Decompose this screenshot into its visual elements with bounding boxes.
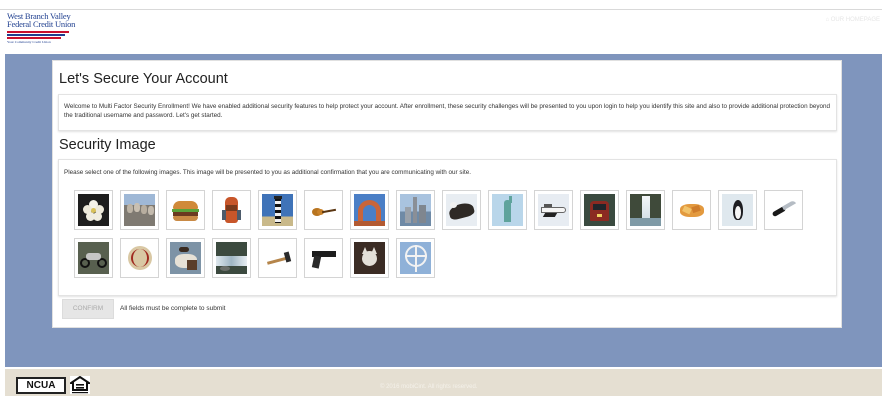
security-image-mount-rushmore[interactable]	[120, 190, 159, 230]
motorcycle-image	[78, 242, 109, 274]
security-image-motorcycle[interactable]	[74, 238, 113, 278]
security-image-waterfall[interactable]	[626, 190, 665, 230]
credit-union-logo[interactable]: West Branch Valley Federal Credit Union …	[7, 12, 75, 50]
security-image-train[interactable]	[580, 190, 619, 230]
security-image-penguin[interactable]	[718, 190, 757, 230]
lighthouse-image	[262, 194, 293, 226]
homepage-link-label[interactable]: OUR HOMEPAGE	[831, 17, 880, 23]
cat-image	[354, 242, 385, 274]
security-image-guitar[interactable]	[304, 190, 343, 230]
security-image-cowboy[interactable]	[166, 238, 205, 278]
rock-arch-image	[354, 194, 385, 226]
guitar-image	[308, 194, 339, 226]
homepage-link[interactable]: ⌂ OUR HOMEPAGE	[825, 17, 880, 23]
security-image-rock-arch[interactable]	[350, 190, 389, 230]
top-border	[0, 0, 882, 10]
security-image-city-skyline[interactable]	[396, 190, 435, 230]
tortilla-chips-image	[676, 194, 707, 226]
security-image-panel: Please select one of the following image…	[58, 159, 837, 296]
knife-image	[768, 194, 799, 226]
security-image-ferris-wheel[interactable]	[396, 238, 435, 278]
waterfall-image	[630, 194, 661, 226]
ferris-wheel-image	[400, 242, 431, 274]
logo-tagline: Your Community Credit Union	[7, 40, 51, 44]
footer: NCUA © 2016 mobiCint. All rights reserve…	[5, 369, 882, 396]
security-image-statue-of-liberty[interactable]	[488, 190, 527, 230]
cowboy-image	[170, 242, 201, 274]
space-shuttle-image	[538, 194, 569, 226]
copyright-text: © 2016 mobiCint. All rights reserved.	[380, 384, 478, 390]
page-title: Let's Secure Your Account	[59, 71, 228, 87]
hamburger-image	[170, 194, 201, 226]
ncua-logo: NCUA	[16, 377, 66, 394]
security-image-river-rapids[interactable]	[212, 238, 251, 278]
baseball-image	[124, 242, 155, 274]
river-rapids-image	[216, 242, 247, 274]
logo-line2: Federal Credit Union	[7, 19, 76, 29]
city-skyline-image	[400, 194, 431, 226]
train-image	[584, 194, 615, 226]
security-image-pistol[interactable]	[304, 238, 343, 278]
hammer-image	[262, 242, 293, 274]
form-note: All fields must be complete to submit	[120, 305, 226, 312]
security-image-eagle[interactable]	[442, 190, 481, 230]
mount-rushmore-image	[124, 194, 155, 226]
security-image-title: Security Image	[59, 137, 156, 153]
security-image-backpack[interactable]	[212, 190, 251, 230]
intro-panel: Welcome to Multi Factor Security Enrollm…	[58, 94, 837, 131]
equal-housing-lender-icon	[67, 375, 93, 394]
security-image-baseball[interactable]	[120, 238, 159, 278]
eagle-image	[446, 194, 477, 226]
security-image-tortilla-chips[interactable]	[672, 190, 711, 230]
flower-image	[78, 194, 109, 226]
security-image-cat[interactable]	[350, 238, 389, 278]
header: West Branch Valley Federal Credit Union …	[0, 10, 882, 54]
security-image-knife[interactable]	[764, 190, 803, 230]
security-image-flower[interactable]	[74, 190, 113, 230]
intro-text: Welcome to Multi Factor Security Enrollm…	[64, 103, 830, 119]
security-image-lighthouse[interactable]	[258, 190, 297, 230]
enrollment-card: Let's Secure Your Account Welcome to Mul…	[52, 60, 842, 328]
confirm-button[interactable]: CONFIRM	[62, 299, 114, 319]
penguin-image	[722, 194, 753, 226]
security-image-instructions: Please select one of the following image…	[64, 169, 471, 176]
backpack-image	[216, 194, 247, 226]
statue-of-liberty-image	[492, 194, 523, 226]
pistol-image	[308, 242, 339, 274]
logo-stripes	[7, 31, 69, 39]
security-image-hamburger[interactable]	[166, 190, 205, 230]
security-image-hammer[interactable]	[258, 238, 297, 278]
security-image-space-shuttle[interactable]	[534, 190, 573, 230]
